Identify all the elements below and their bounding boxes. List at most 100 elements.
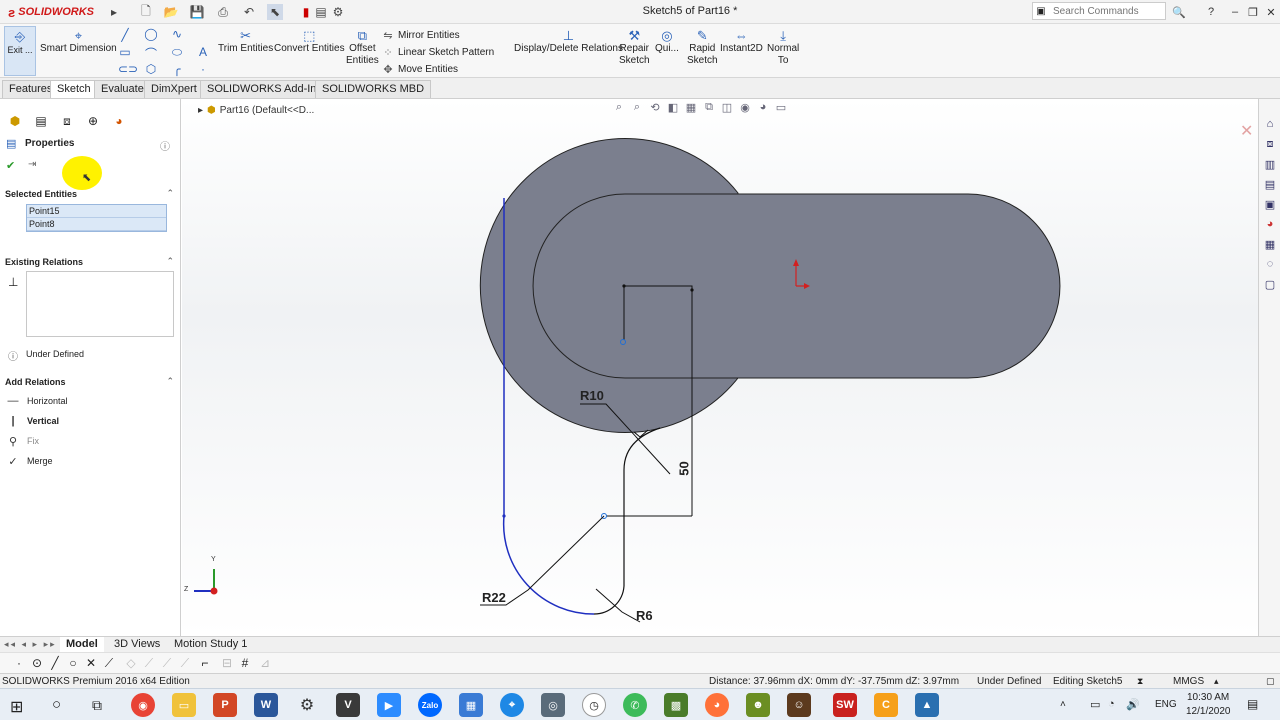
minimize-button[interactable]: – (1226, 3, 1244, 21)
tab-mbd[interactable]: SOLIDWORKS MBD (315, 80, 432, 98)
instant2d-button[interactable]: ⇔ Instant2D (720, 28, 763, 55)
camera-icon[interactable]: ◎ (541, 693, 565, 717)
slot-icon[interactable]: ⊂⊃ (118, 62, 138, 76)
rapid-sketch-button[interactable]: ✎ Rapid Sketch (687, 28, 718, 67)
search-commands-box[interactable]: ▣ (1032, 2, 1166, 20)
firefox-icon[interactable]: ◕ (705, 693, 729, 717)
solidworks-taskbar-icon[interactable]: SW (833, 693, 857, 717)
normal-to-button[interactable]: ⤓ Normal To (767, 28, 799, 67)
language-indicator[interactable]: ENG (1155, 699, 1177, 710)
list-item[interactable]: Point8 (27, 218, 166, 231)
units-dropdown-icon[interactable]: ▴ (1214, 676, 1219, 687)
search-icon[interactable]: 🔍 (1170, 3, 1188, 21)
search-scope-icon[interactable]: ▣ (1033, 6, 1049, 17)
help-button[interactable]: ? (1202, 3, 1220, 21)
measure-icon[interactable]: ⊿ (258, 656, 272, 670)
configuration-manager-icon[interactable]: ⧈ (56, 111, 78, 131)
photos-icon[interactable]: ▲ (915, 693, 939, 717)
maps-icon[interactable]: ⌖ (500, 693, 524, 717)
game-app-icon[interactable]: ☻ (746, 693, 770, 717)
word-icon[interactable]: W (254, 693, 278, 717)
design-library-icon[interactable]: ▥ (1260, 155, 1280, 173)
resources-icon[interactable]: ⧈ (1260, 135, 1280, 153)
line-icon[interactable]: ╱ (118, 28, 132, 42)
options-gear-icon[interactable]: ⚙ (330, 4, 346, 20)
mirror-entities-button[interactable]: ⇋ Mirror Entities (382, 29, 459, 42)
point-icon[interactable]: · (196, 62, 210, 76)
fillet-icon[interactable]: ╭ (170, 62, 184, 76)
tab-scroll-icons[interactable]: ◂◂ ◂ ▸ ▸▸ (4, 639, 57, 650)
sketch-arc-r22[interactable] (502, 515, 595, 615)
circle-icon[interactable]: ⊙ (30, 656, 44, 670)
forum-icon[interactable]: ◌ (1260, 255, 1280, 273)
rebuild-status-icon[interactable]: ⧗ (1137, 676, 1143, 687)
file-explorer-icon[interactable]: ▤ (1260, 175, 1280, 193)
volume-icon[interactable]: 🔊 (1126, 698, 1140, 711)
graphics-area[interactable]: ▸ ⬢ Part16 (Default<<D... ⌕ ⌕ ⟲ ◧ ▦ ⧉ ◫ … (182, 99, 1258, 637)
appearances-icon[interactable]: ◕ (1260, 215, 1280, 233)
offset-entities-button[interactable]: ⧉ Offset Entities (346, 28, 379, 67)
line-icon[interactable]: ╱ (48, 656, 62, 670)
clock-date[interactable]: 12/1/2020 (1186, 706, 1231, 717)
dimension-r10[interactable]: R10 (580, 388, 604, 403)
relation-merge[interactable]: ✓ Merge (5, 452, 52, 470)
custom-properties-icon[interactable]: ▦ (1260, 235, 1280, 253)
tab-model[interactable]: Model (60, 637, 104, 652)
existing-relations-list[interactable] (26, 271, 174, 337)
undo-icon[interactable]: ↶ (241, 4, 257, 20)
smart-dimension-button[interactable]: ⌖ Smart Dimension (40, 28, 117, 55)
convert-entities-button[interactable]: ⬚ Convert Entities (274, 28, 345, 55)
select-icon[interactable]: ⬉ (267, 4, 283, 20)
rectangle-icon[interactable]: ▭ (118, 45, 132, 59)
mirror-icon[interactable]: ⟋ (178, 656, 192, 671)
dimxpert-manager-icon[interactable]: ⊕ (82, 111, 104, 131)
list-item[interactable]: Point15 (27, 205, 166, 218)
tray-expand-icon[interactable]: ˄ (1060, 699, 1066, 710)
clock-icon[interactable]: ◷ (582, 693, 606, 717)
help-icon[interactable]: ⓘ (160, 138, 170, 153)
file-properties-icon[interactable]: ▤ (313, 4, 329, 20)
powerpoint-icon[interactable]: P (213, 693, 237, 717)
ok-check-icon[interactable]: ✔ (6, 159, 15, 172)
dimension-r22[interactable]: R22 (482, 590, 506, 605)
relation-horizontal[interactable]: — Horizontal (5, 392, 68, 410)
chamfer-icon[interactable]: ⟋ (142, 656, 156, 671)
restore-button[interactable]: ❐ (1244, 3, 1262, 21)
close-button[interactable]: ✕ (1262, 3, 1280, 21)
feedback-icon[interactable]: ▢ (1266, 676, 1275, 687)
view-palette-icon[interactable]: ▣ (1260, 195, 1280, 213)
tab-motion-study[interactable]: Motion Study 1 (168, 637, 253, 652)
sketch-point[interactable] (622, 284, 626, 288)
trim-entities-button[interactable]: ✂ Trim Entities (218, 28, 273, 55)
rectangle-icon[interactable]: ⌐ (198, 656, 212, 670)
tab-addins[interactable]: SOLIDWORKS Add-Ins (200, 80, 329, 98)
move-entities-button[interactable]: ✥ Move Entities (382, 63, 458, 76)
polygon-icon[interactable]: ⬡ (144, 62, 158, 76)
sketch-arc-r10[interactable] (623, 427, 661, 471)
media-app-icon[interactable]: V (336, 693, 360, 717)
expand-menu-icon[interactable]: ▸ (106, 4, 122, 20)
battery-icon[interactable]: ▭ (1090, 698, 1100, 711)
task-view-icon[interactable]: ⧉ (92, 697, 102, 714)
chat-app-icon[interactable]: ✆ (623, 693, 647, 717)
exit-sketch-button[interactable]: ⎆ Exit ... (4, 26, 36, 76)
relation-fix[interactable]: ⚲ Fix (5, 432, 39, 450)
linear-pattern-button[interactable]: ⁘ Linear Sketch Pattern (382, 46, 494, 59)
pattern-icon[interactable]: ⊟ (220, 656, 234, 670)
photo-app-icon[interactable]: ☺ (787, 693, 811, 717)
quick-snaps-button[interactable]: ◎ Qui... (655, 28, 679, 55)
sketch-point[interactable] (502, 514, 506, 518)
circle-icon[interactable]: ◯ (144, 27, 158, 41)
circle-icon[interactable]: ○ (66, 656, 80, 670)
sketch-arc-r6[interactable] (593, 470, 625, 615)
offset-icon[interactable]: ⟋ (160, 656, 174, 671)
pin-icon[interactable]: ⇥ (28, 159, 36, 170)
grid-icon[interactable]: # (238, 656, 252, 670)
sketch-point[interactable] (690, 288, 694, 292)
property-manager-icon[interactable]: ▤ (30, 111, 52, 131)
pdf-app-icon[interactable]: C (874, 693, 898, 717)
file-explorer-icon[interactable]: ▭ (172, 693, 196, 717)
text-icon[interactable]: A (196, 45, 210, 59)
dimension-50[interactable]: 50 (677, 461, 692, 475)
feature-manager-icon[interactable]: ⬢ (4, 111, 26, 131)
